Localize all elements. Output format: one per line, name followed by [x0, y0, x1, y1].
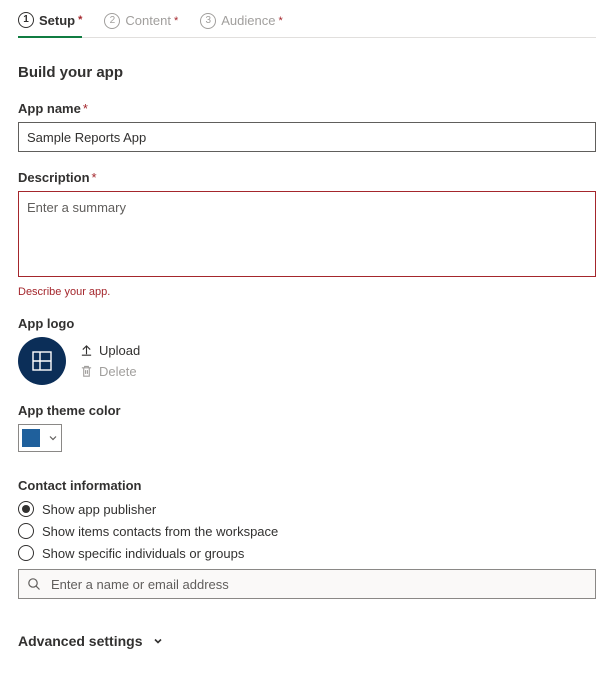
contact-search-input[interactable] — [51, 577, 587, 592]
tab-setup[interactable]: 1 Setup* — [18, 12, 82, 38]
radio-icon — [18, 501, 34, 517]
app-logo-preview — [18, 337, 66, 385]
tab-audience[interactable]: 3 Audience* — [200, 12, 283, 37]
color-swatch — [22, 429, 40, 447]
advanced-settings-toggle[interactable]: Advanced settings — [18, 633, 596, 649]
step-number: 2 — [104, 13, 120, 29]
upload-logo-button[interactable]: Upload — [80, 343, 140, 358]
search-icon — [27, 577, 41, 591]
tab-label: Setup — [39, 13, 75, 28]
chevron-down-icon — [48, 433, 58, 443]
required-asterisk: * — [278, 15, 282, 27]
delete-logo-button[interactable]: Delete — [80, 364, 140, 379]
app-logo-label: App logo — [18, 316, 596, 331]
description-textarea[interactable] — [18, 191, 596, 277]
field-app-logo: App logo Upload Delete — [18, 316, 596, 385]
theme-color-picker[interactable] — [18, 424, 62, 452]
radio-show-workspace-contacts[interactable]: Show items contacts from the workspace — [18, 523, 596, 539]
radio-show-specific[interactable]: Show specific individuals or groups — [18, 545, 596, 561]
contact-search-box[interactable] — [18, 569, 596, 599]
radio-label: Show app publisher — [42, 502, 156, 517]
field-contact-info: Contact information Show app publisher S… — [18, 478, 596, 599]
tab-label: Audience — [221, 13, 275, 28]
chevron-down-icon — [152, 635, 164, 647]
upload-icon — [80, 344, 93, 357]
radio-label: Show specific individuals or groups — [42, 546, 244, 561]
radio-show-publisher[interactable]: Show app publisher — [18, 501, 596, 517]
contact-info-label: Contact information — [18, 478, 596, 493]
wizard-tabs: 1 Setup* 2 Content* 3 Audience* — [18, 12, 596, 38]
field-theme-color: App theme color — [18, 403, 596, 452]
radio-icon — [18, 523, 34, 539]
required-asterisk: * — [174, 15, 178, 27]
app-logo-icon — [31, 350, 53, 372]
tab-content[interactable]: 2 Content* — [104, 12, 178, 37]
field-app-name: App name* — [18, 101, 596, 152]
description-label: Description* — [18, 170, 596, 185]
app-name-input[interactable] — [18, 122, 596, 152]
field-description: Description* Describe your app. — [18, 170, 596, 298]
trash-icon — [80, 365, 93, 378]
radio-label: Show items contacts from the workspace — [42, 524, 278, 539]
step-number: 3 — [200, 13, 216, 29]
description-error: Describe your app. — [18, 286, 596, 298]
app-name-label: App name* — [18, 101, 596, 116]
theme-color-label: App theme color — [18, 403, 596, 418]
step-number: 1 — [18, 12, 34, 28]
required-asterisk: * — [78, 14, 82, 26]
radio-icon — [18, 545, 34, 561]
page-title: Build your app — [18, 64, 596, 81]
tab-label: Content — [125, 13, 171, 28]
